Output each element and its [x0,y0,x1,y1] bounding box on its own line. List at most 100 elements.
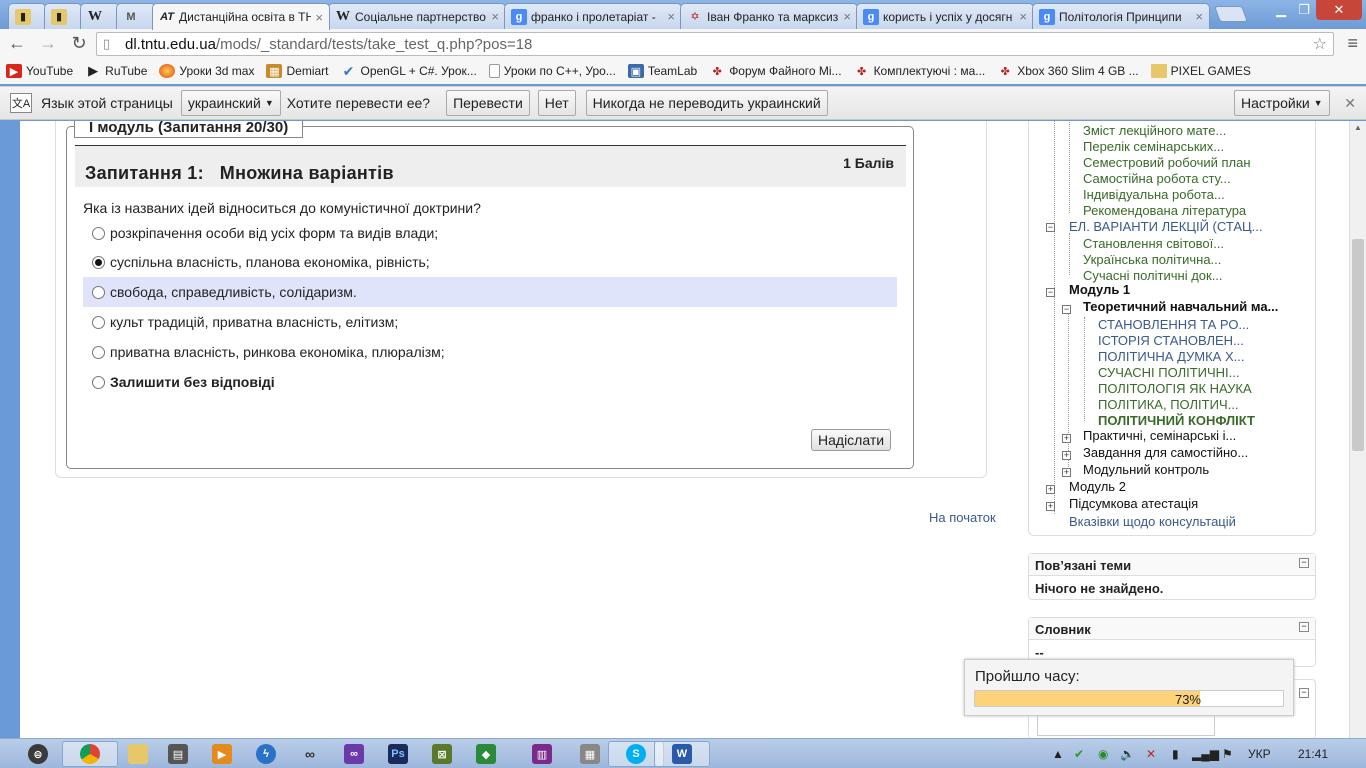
new-tab-button[interactable] [1214,6,1248,22]
tab-social-partnership[interactable]: W Соціальне партнерство × [328,3,506,29]
close-icon[interactable]: × [1195,9,1203,24]
close-icon[interactable]: × [667,9,675,24]
nav-item[interactable]: Становлення світової... [1083,236,1224,251]
answer-option-2[interactable]: суспільна власність, планова економіка, … [83,247,897,277]
task-word[interactable]: W [654,741,710,767]
collapse-icon[interactable]: − [1046,288,1055,297]
radio-button[interactable] [92,285,105,299]
bookmark-opengl[interactable]: ✔ OpenGL + C#. Урок... [341,63,477,79]
bookmark-star-icon[interactable]: ☆ [1313,34,1327,54]
nav-item-lectures[interactable]: ЕЛ. ВАРІАНТИ ЛЕКЦІЙ (СТАЦ... [1069,219,1262,234]
answer-option-no-answer[interactable]: Залишити без відповіді [83,367,897,397]
tab-franko-marxism[interactable]: ✡ Іван Франко та марксизм × [680,3,858,29]
submit-button[interactable]: Надіслати [811,429,892,451]
address-bar[interactable]: ▯ dl.tntu.edu.ua/mods/_standard/tests/ta… [96,32,1334,56]
close-icon[interactable]: × [315,10,323,25]
maximize-button[interactable]: ❐ [1292,0,1316,20]
nav-item[interactable]: Рекомендована література [1083,203,1246,218]
reload-icon[interactable]: ↻ [65,32,93,56]
nav-item[interactable]: Самостійна робота сту... [1083,171,1231,186]
collapse-icon[interactable]: − [1046,223,1055,232]
answer-option-4[interactable]: культ традицій, приватна власність, еліт… [83,307,897,337]
signal-icon[interactable]: ▂▄▆ [1192,747,1219,761]
task-glasses[interactable]: ∞ [290,741,330,767]
task-chrome[interactable] [62,741,118,767]
nav-item[interactable]: СУЧАСНІ ПОЛІТИЧНІ... [1098,365,1240,380]
tab-folder-2[interactable]: ▮ [44,3,82,29]
nav-item-current[interactable]: ПОЛІТИЧНИЙ КОНФЛІКТ [1098,413,1255,428]
to-top-link[interactable]: На початок [929,510,996,525]
tab-benefit-success[interactable]: g користь і успіх у досягн × [856,3,1034,29]
bookmark-pixel-games[interactable]: PIXEL GAMES [1150,64,1251,78]
nav-item[interactable]: ПОЛІТИКА, ПОЛІТИЧ... [1098,397,1238,412]
shield-icon[interactable]: ✔ [1074,747,1084,761]
show-hidden-icons[interactable]: ▲ [1052,747,1064,761]
minimize-button[interactable]: ▁ [1268,0,1294,20]
back-arrow-icon[interactable]: ← [3,32,31,56]
expand-icon[interactable]: + [1046,485,1055,494]
vertical-scrollbar[interactable]: ▲ [1349,121,1366,738]
language-indicator[interactable]: УКР [1248,747,1271,761]
expand-icon[interactable]: + [1046,502,1055,511]
collapse-icon[interactable]: − [1299,558,1309,568]
close-icon[interactable]: × [1019,9,1027,24]
scroll-up-icon[interactable]: ▲ [1354,123,1362,132]
menu-icon[interactable]: ≡ [1347,33,1358,54]
bookmark-demiart[interactable]: ▦ Demiart [266,64,329,78]
nav-item-final[interactable]: Підсумкова атестація [1069,496,1198,511]
app-tray-icon[interactable]: ◉ [1098,747,1108,761]
task-player[interactable]: ▶ [202,741,242,767]
tab-folder-1[interactable]: ▮ [8,3,46,29]
task-explorer[interactable] [118,741,158,767]
collapse-icon[interactable]: − [1299,688,1309,698]
task-app2[interactable]: ◆ [466,741,506,767]
never-translate-button[interactable]: Никогда не переводить украинский [585,90,828,116]
nav-item[interactable]: Індивідуальна робота... [1083,187,1225,202]
translate-button[interactable]: Перевести [446,90,530,116]
bookmark-cpp[interactable]: Уроки по C++, Уро... [488,64,616,78]
forward-arrow-icon[interactable]: → [34,32,62,56]
settings-button[interactable]: Настройки ▼ [1234,90,1330,116]
task-visual-studio[interactable]: ∞ [334,741,374,767]
nav-item-consult[interactable]: Вказівки щодо консультацій [1069,514,1236,529]
battery-icon[interactable]: ▮ [1172,747,1179,761]
radio-button[interactable] [92,226,105,240]
nav-item[interactable]: Сучасні політичні док... [1083,268,1223,283]
volume-icon[interactable]: 🔈 [1120,747,1135,761]
answer-option-3[interactable]: свобода, справедливість, солідаризм. [83,277,897,307]
scrollbar-thumb[interactable] [1352,239,1364,451]
nav-item[interactable]: ПОЛІТИЧНА ДУМКА Х... [1098,349,1244,364]
nav-item[interactable]: Завдання для самостійно... [1083,445,1248,460]
close-icon[interactable]: × [843,9,851,24]
nav-item[interactable]: ІСТОРІЯ СТАНОВЛЕН... [1098,333,1244,348]
nav-item-module2[interactable]: Модуль 2 [1069,479,1126,494]
nav-item[interactable]: Перелік семінарських... [1083,139,1224,154]
tab-political-science[interactable]: g Політологія Принципи × [1032,3,1210,29]
bookmark-forum[interactable]: ✤ Форум Файного Мі... [709,64,842,78]
radio-button-selected[interactable] [92,255,105,269]
bookmark-components[interactable]: ✤ Комплектуючі : ма... [854,64,985,78]
collapse-icon[interactable]: − [1062,305,1071,314]
task-photoshop[interactable]: Ps [378,741,418,767]
bookmark-rutube[interactable]: ▶ RuTube [85,63,147,78]
expand-icon[interactable]: + [1062,434,1071,443]
bookmark-xbox[interactable]: ✤ Xbox 360 Slim 4 GB ... [997,64,1139,78]
bookmark-youtube[interactable]: ▶ YouTube [6,64,73,78]
task-winrar[interactable]: ▥ [522,741,562,767]
nav-item[interactable]: Практичні, семінарські і... [1083,428,1236,443]
task-app[interactable]: ϟ [246,741,286,767]
nav-item[interactable]: Семестровий робочий план [1083,155,1251,170]
nav-item[interactable]: Зміст лекційного мате... [1083,123,1226,138]
start-button[interactable]: ⊜ [18,741,58,767]
tab-active-distance-education[interactable]: AT Дистанційна освіта в ТН × [152,3,330,30]
nav-item-module1[interactable]: Модуль 1 [1069,282,1130,297]
task-media[interactable]: ▤ [158,741,198,767]
task-calculator[interactable]: ▦ [570,741,610,767]
flag-icon[interactable]: ⚑ [1222,747,1233,761]
search-input[interactable] [1037,714,1215,736]
network-error-icon[interactable]: ✕ [1146,747,1156,761]
tab-wikipedia[interactable]: W [80,3,120,29]
close-icon[interactable]: × [491,9,499,24]
nav-item[interactable]: Українська політична... [1083,252,1221,267]
window-close-button[interactable]: ✕ [1316,0,1362,20]
